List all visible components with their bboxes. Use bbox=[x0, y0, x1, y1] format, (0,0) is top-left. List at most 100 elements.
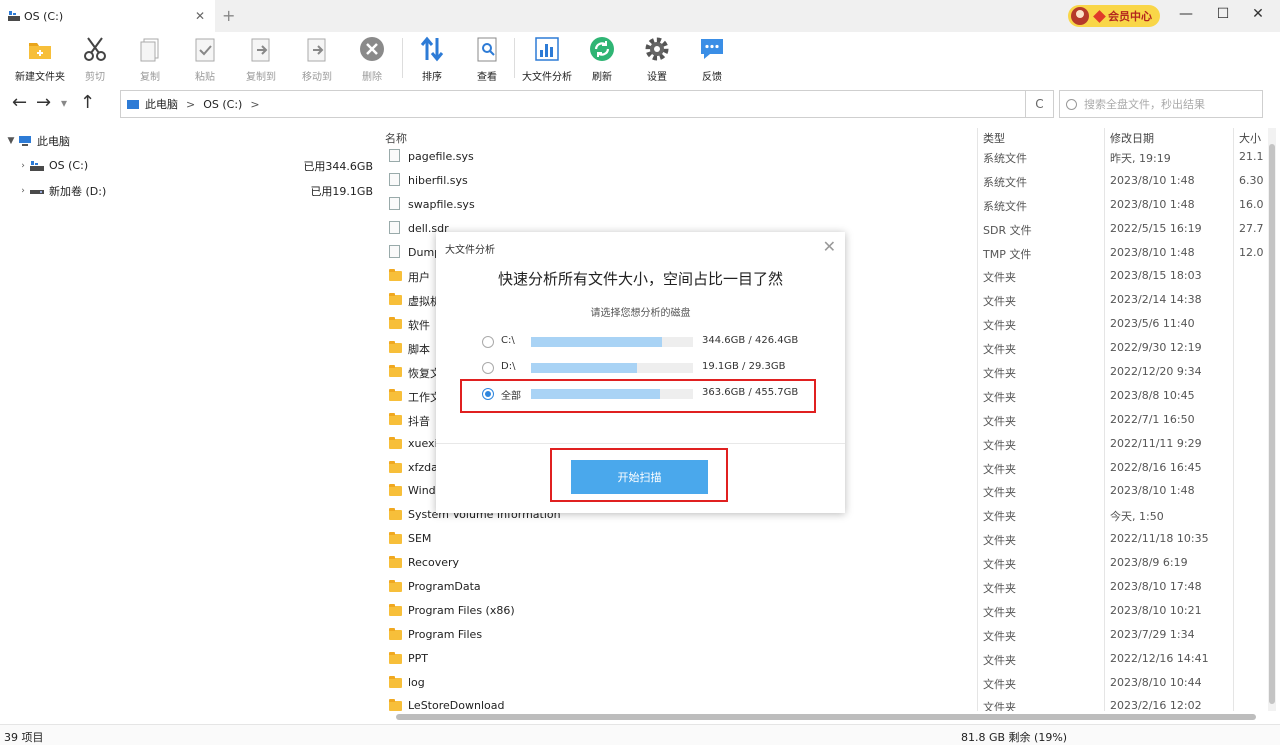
back-arrow-icon[interactable]: ← bbox=[12, 92, 27, 113]
file-date: 2022/11/18 10:35 bbox=[1110, 532, 1209, 546]
new-tab-button[interactable]: + bbox=[222, 6, 235, 25]
dialog-divider bbox=[436, 443, 845, 444]
feedback-button[interactable]: 反馈 bbox=[684, 36, 740, 83]
large-file-analysis-button[interactable]: 大文件分析 bbox=[519, 36, 575, 83]
minimize-button[interactable]: — bbox=[1176, 6, 1196, 26]
paste-button[interactable]: 粘贴 bbox=[177, 36, 233, 83]
table-row[interactable]: LeStoreDownload 文件夹 2023/2/16 12:02 bbox=[381, 694, 1273, 711]
column-header-size[interactable]: 大小 bbox=[1239, 130, 1261, 146]
disk-option-c[interactable]: C:\ 344.6GB / 426.4GB bbox=[482, 332, 802, 352]
column-header-name[interactable]: 名称 bbox=[385, 130, 407, 146]
drive-icon bbox=[30, 160, 44, 171]
table-row[interactable]: Recovery 文件夹 2023/8/9 6:19 bbox=[381, 551, 1273, 575]
chat-icon bbox=[701, 39, 723, 59]
file-type: 文件夹 bbox=[983, 414, 1016, 428]
cut-label: 剪切 bbox=[85, 72, 105, 83]
refresh-button[interactable]: 刷新 bbox=[574, 36, 630, 83]
tree-item-drive-d[interactable]: › 新加卷 (D:) 已用19.1GB bbox=[0, 178, 378, 203]
table-row[interactable]: Program Files (x86) 文件夹 2023/8/10 10:21 bbox=[381, 599, 1273, 623]
file-type: 系统文件 bbox=[983, 152, 1027, 165]
table-row[interactable]: hiberfil.sys 系统文件 2023/8/10 1:48 6.30 bbox=[381, 169, 1273, 193]
file-name: Program Files bbox=[408, 627, 483, 641]
tree-item-this-pc[interactable]: ▼ 此电脑 bbox=[0, 128, 378, 153]
recent-dropdown-icon[interactable]: ▾ bbox=[61, 96, 67, 110]
file-date: 2023/7/29 1:34 bbox=[1110, 627, 1195, 641]
chevron-right-icon[interactable]: › bbox=[16, 161, 30, 171]
breadcrumb-this-pc[interactable]: 此电脑 bbox=[145, 96, 178, 112]
sort-button[interactable]: 排序 bbox=[404, 36, 460, 83]
file-type: 文件夹 bbox=[983, 319, 1016, 333]
chart-icon bbox=[535, 37, 559, 61]
radio-button[interactable] bbox=[482, 336, 494, 348]
cut-button[interactable]: 剪切 bbox=[67, 36, 123, 83]
table-row[interactable]: pagefile.sys 系统文件 昨天, 19:19 21.1 bbox=[381, 145, 1273, 169]
file-name: LeStoreDownload bbox=[408, 699, 505, 711]
horizontal-scrollbar[interactable] bbox=[396, 714, 1256, 720]
address-bar[interactable]: 此电脑 > OS (C:) > C bbox=[120, 90, 1054, 118]
dialog-heading: 快速分析所有文件大小，空间占比一目了然 bbox=[497, 270, 783, 288]
table-row[interactable]: SEM 文件夹 2022/11/18 10:35 bbox=[381, 527, 1273, 551]
file-type: 文件夹 bbox=[983, 677, 1016, 691]
folder-icon bbox=[389, 556, 402, 569]
file-type: 文件夹 bbox=[983, 582, 1016, 596]
folder-icon bbox=[389, 341, 402, 354]
scissors-icon bbox=[84, 37, 106, 61]
tree-item-label: 此电脑 bbox=[37, 134, 70, 148]
paste-icon bbox=[195, 38, 215, 62]
column-header-type[interactable]: 类型 bbox=[983, 130, 1005, 146]
scrollbar-thumb[interactable] bbox=[1269, 144, 1275, 704]
settings-label: 设置 bbox=[647, 72, 667, 83]
forward-arrow-icon[interactable]: → bbox=[36, 92, 51, 113]
search-box[interactable] bbox=[1059, 90, 1263, 118]
view-label: 查看 bbox=[477, 72, 497, 83]
column-header-date[interactable]: 修改日期 bbox=[1110, 130, 1154, 146]
search-input[interactable] bbox=[1084, 97, 1254, 111]
drive-icon bbox=[30, 189, 44, 194]
tab-os-c[interactable]: OS (C:) ✕ bbox=[0, 0, 215, 32]
view-button[interactable]: 查看 bbox=[459, 36, 515, 83]
table-row[interactable]: swapfile.sys 系统文件 2023/8/10 1:48 16.0 bbox=[381, 193, 1273, 217]
navigation-bar: ← → ▾ ↑ 此电脑 > OS (C:) > C bbox=[0, 88, 1280, 120]
tree-item-drive-c[interactable]: › OS (C:) 已用344.6GB bbox=[0, 153, 378, 178]
table-row[interactable]: ProgramData 文件夹 2023/8/10 17:48 bbox=[381, 575, 1273, 599]
close-icon[interactable]: ✕ bbox=[823, 237, 836, 256]
up-arrow-icon[interactable]: ↑ bbox=[80, 92, 95, 113]
tab-close-icon[interactable]: ✕ bbox=[195, 9, 205, 23]
feedback-label: 反馈 bbox=[702, 72, 722, 83]
copy-to-button[interactable]: 复制到 bbox=[233, 36, 289, 83]
breadcrumb-os-c[interactable]: OS (C:) bbox=[203, 98, 242, 111]
file-name: swapfile.sys bbox=[408, 197, 475, 211]
vertical-scrollbar[interactable] bbox=[1268, 128, 1276, 711]
file-icon bbox=[389, 149, 400, 162]
usage-bar bbox=[531, 337, 693, 347]
address-refresh-icon[interactable]: C bbox=[1025, 91, 1053, 117]
maximize-button[interactable]: ☐ bbox=[1213, 6, 1233, 26]
delete-button[interactable]: 删除 bbox=[344, 36, 400, 83]
chevron-right-icon[interactable]: › bbox=[16, 186, 30, 196]
file-type: 文件夹 bbox=[983, 701, 1016, 711]
table-row[interactable]: PPT 文件夹 2022/12/16 14:41 bbox=[381, 647, 1273, 671]
vip-center-button[interactable]: 会员中心 bbox=[1068, 5, 1160, 27]
file-type: 文件夹 bbox=[983, 343, 1016, 357]
move-to-button[interactable]: 移动到 bbox=[289, 36, 345, 83]
copy-button[interactable]: 复制 bbox=[122, 36, 178, 83]
computer-icon bbox=[19, 135, 31, 146]
radio-button[interactable] bbox=[482, 362, 494, 374]
new-folder-button[interactable]: 新建文件夹 bbox=[12, 36, 68, 83]
item-count: 39 项目 bbox=[4, 731, 44, 744]
file-manager-window: OS (C:) ✕ + 会员中心 — ☐ ✕ 新建文件夹 剪切 复制 粘贴 复制… bbox=[0, 0, 1280, 745]
breadcrumb-separator: > bbox=[186, 97, 196, 111]
settings-button[interactable]: 设置 bbox=[629, 36, 685, 83]
disk-option-d[interactable]: D:\ 19.1GB / 29.3GB bbox=[482, 358, 802, 378]
chevron-down-icon[interactable]: ▼ bbox=[4, 136, 18, 146]
folder-icon bbox=[389, 580, 402, 593]
file-date: 2023/8/10 1:48 bbox=[1110, 197, 1195, 211]
start-scan-button[interactable]: 开始扫描 bbox=[571, 460, 708, 494]
file-size: 12.0 bbox=[1239, 245, 1264, 259]
diamond-icon bbox=[1093, 9, 1106, 23]
breadcrumb-separator[interactable]: > bbox=[250, 98, 259, 111]
usage-value: 344.6GB / 426.4GB bbox=[702, 335, 799, 346]
table-row[interactable]: Program Files 文件夹 2023/7/29 1:34 bbox=[381, 623, 1273, 647]
table-row[interactable]: log 文件夹 2023/8/10 10:44 bbox=[381, 671, 1273, 695]
close-window-button[interactable]: ✕ bbox=[1248, 6, 1268, 26]
